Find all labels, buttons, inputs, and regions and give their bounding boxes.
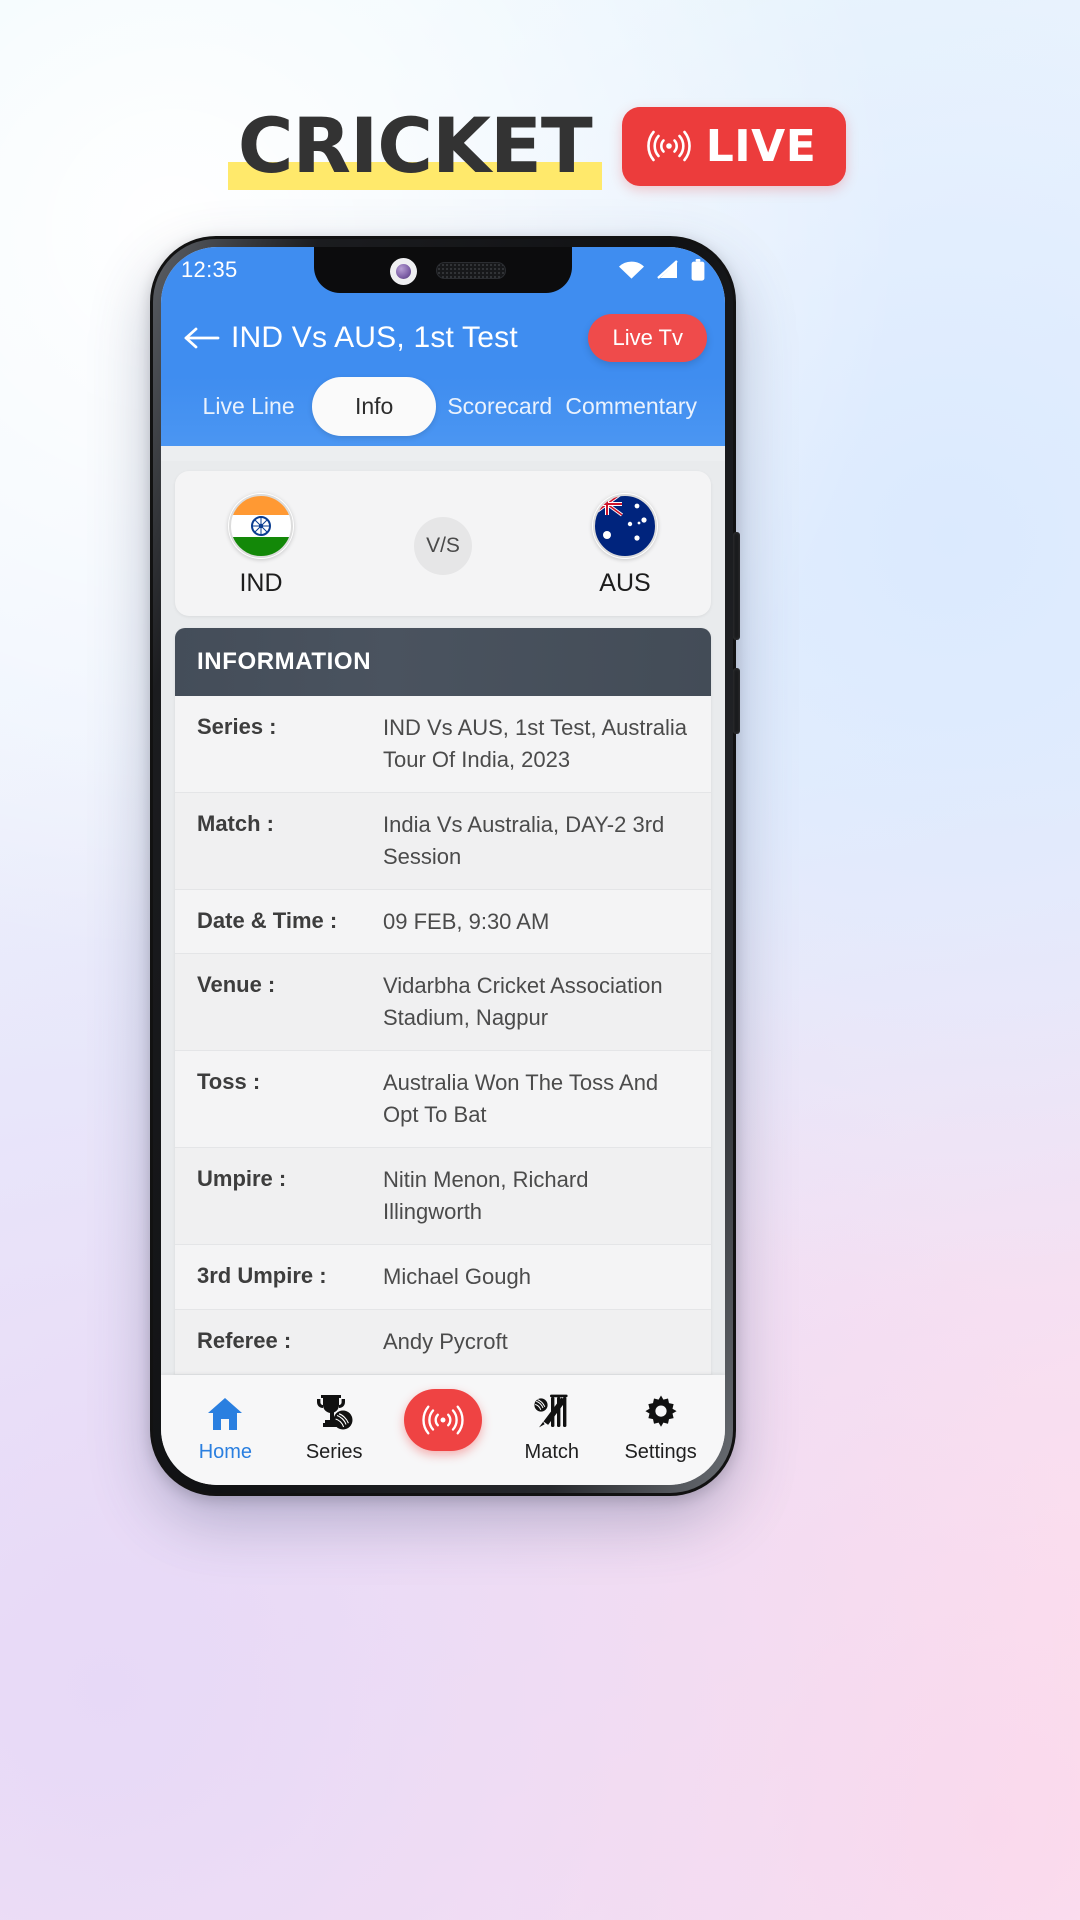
- broadcast-icon: [646, 126, 692, 166]
- nav-item-settings[interactable]: Settings: [615, 1391, 707, 1464]
- home-icon: [205, 1391, 245, 1433]
- wifi-icon: [618, 260, 645, 280]
- row-label: Toss :: [197, 1069, 261, 1095]
- bottom-navigation: Home Series Match Settings: [161, 1375, 725, 1485]
- live-badge[interactable]: LIVE: [621, 106, 847, 186]
- information-heading: INFORMATION: [175, 628, 711, 696]
- phone-screen: 12:35 IND Vs AUS, 1st Test Live Tv Live …: [161, 247, 725, 1485]
- promo-title: CRICKET: [227, 108, 602, 190]
- tab-info[interactable]: Info: [312, 377, 437, 436]
- row-label: 3rd Umpire :: [197, 1262, 327, 1288]
- away-team-name: AUS: [599, 569, 651, 597]
- row-value: Andy Pycroft: [383, 1328, 508, 1354]
- row-label: Date & Time :: [197, 907, 338, 933]
- table-row: Match : India Vs Australia, DAY-2 3rd Se…: [175, 792, 711, 890]
- table-row: Date & Time : 09 FEB, 9:30 AM: [175, 890, 711, 955]
- earpiece-speaker: [436, 262, 506, 279]
- nav-label: Settings: [624, 1441, 697, 1463]
- page-title: IND Vs AUS, 1st Test: [231, 321, 518, 354]
- row-label: Match :: [197, 810, 274, 836]
- signal-icon: [656, 260, 680, 280]
- row-value: IND Vs AUS, 1st Test, Australia Tour Of …: [383, 715, 688, 772]
- front-camera-icon: [390, 258, 417, 285]
- india-flag-icon: [228, 493, 294, 559]
- nav-item-match[interactable]: Match: [506, 1391, 598, 1464]
- phone-notch: [314, 247, 572, 293]
- power-button[interactable]: [733, 668, 740, 734]
- back-arrow-icon[interactable]: [179, 315, 225, 361]
- versus-label: V/S: [414, 516, 472, 575]
- live-tv-button[interactable]: Live Tv: [588, 314, 707, 362]
- promo-title-text: CRICKET: [237, 101, 593, 190]
- nav-label: Home: [198, 1441, 253, 1463]
- bat-stumps-icon: [531, 1391, 573, 1433]
- live-badge-label: LIVE: [705, 120, 817, 172]
- battery-icon: [691, 259, 705, 281]
- app-bar-row: IND Vs AUS, 1st Test Live Tv: [179, 307, 707, 369]
- nav-item-home[interactable]: Home: [179, 1391, 271, 1464]
- row-label: Venue :: [197, 972, 276, 998]
- broadcast-icon[interactable]: [403, 1389, 482, 1451]
- tab-bar: Live Line Info Scorecard Commentary: [179, 369, 707, 446]
- table-row: Venue : Vidarbha Cricket Association Sta…: [175, 954, 711, 1052]
- phone-device: 12:35 IND Vs AUS, 1st Test Live Tv Live …: [150, 236, 740, 1496]
- row-value: 09 FEB, 9:30 AM: [383, 908, 550, 934]
- row-value: Nitin Menon, Richard Illingworth: [383, 1167, 589, 1224]
- row-label: Referee :: [197, 1327, 292, 1353]
- row-value: Australia Won The Toss And Opt To Bat: [383, 1070, 659, 1128]
- row-value: Michael Gough: [383, 1263, 531, 1289]
- trophy-ball-icon: [313, 1391, 355, 1433]
- row-label: Umpire :: [197, 1166, 287, 1192]
- status-time: 12:35: [181, 257, 238, 282]
- gear-icon: [641, 1391, 681, 1433]
- content-scroll-area[interactable]: IND V/S AUS INFORMATION Series: IND Vs …: [161, 461, 725, 1375]
- table-row: Umpire : Nitin Menon, Richard Illingwort…: [175, 1148, 711, 1245]
- table-row: 3rd Umpire : Michael Gough: [175, 1245, 711, 1310]
- nav-label: Match: [524, 1441, 580, 1463]
- tab-commentary[interactable]: Commentary: [563, 379, 699, 434]
- away-team: AUS: [565, 493, 685, 598]
- versus-card: IND V/S AUS: [175, 471, 711, 616]
- australia-flag-icon: [592, 493, 658, 559]
- tab-live-line[interactable]: Live Line: [187, 379, 310, 434]
- table-row: Series : IND Vs AUS, 1st Test, Australia…: [175, 696, 711, 793]
- row-value: India Vs Australia, DAY-2 3rd Session: [383, 811, 665, 869]
- status-icons: [618, 259, 705, 281]
- information-rows: Series : IND Vs AUS, 1st Test, Australia…: [175, 696, 711, 1375]
- nav-item-live[interactable]: [397, 1389, 489, 1459]
- nav-item-series[interactable]: Series: [288, 1391, 380, 1464]
- row-label: Series :: [197, 714, 277, 739]
- home-team-name: IND: [239, 569, 283, 597]
- information-panel: INFORMATION Series : IND Vs AUS, 1st Tes…: [175, 628, 711, 1375]
- tab-scorecard[interactable]: Scorecard: [438, 379, 561, 434]
- app-bar: IND Vs AUS, 1st Test Live Tv Live Line I…: [161, 293, 725, 446]
- row-value: Vidarbha Cricket Association Stadium, Na…: [383, 973, 663, 1031]
- table-row: Referee : Andy Pycroft: [175, 1309, 711, 1375]
- volume-button[interactable]: [733, 532, 740, 640]
- nav-label: Series: [305, 1441, 363, 1463]
- home-team: IND: [201, 493, 321, 598]
- promo-header: CRICKET LIVE: [0, 100, 1080, 192]
- table-row: Toss : Australia Won The Toss And Opt To…: [175, 1051, 711, 1149]
